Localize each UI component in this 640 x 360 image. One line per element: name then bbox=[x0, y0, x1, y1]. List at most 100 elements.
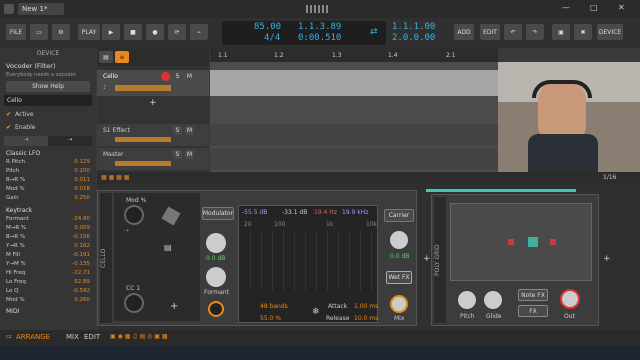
edit-button[interactable]: EDIT bbox=[480, 24, 500, 40]
play-menu-button[interactable]: PLAY bbox=[78, 24, 100, 40]
loop-start[interactable]: 1.1.1.00 bbox=[392, 22, 435, 32]
grid-module[interactable] bbox=[550, 239, 556, 245]
grid-canvas[interactable] bbox=[450, 203, 592, 281]
modulator-gain-knob[interactable] bbox=[206, 233, 226, 253]
position-beats[interactable]: 1.1.3.89 bbox=[298, 22, 341, 32]
arranger-timeline[interactable]: 1.1 1.2 1.3 1.4 2.1 bbox=[210, 48, 498, 172]
bottom-icons[interactable]: ▣ ◉ ▦ ♫ ▤ ◎ ▣ ▦ bbox=[110, 333, 168, 340]
show-help-button[interactable]: Show Help bbox=[6, 81, 90, 92]
volume-slider[interactable] bbox=[115, 85, 171, 91]
param-row[interactable]: Y→R % 0.162 bbox=[0, 243, 96, 252]
mute-button[interactable]: M bbox=[185, 126, 194, 135]
track-name-field[interactable]: Cello bbox=[4, 95, 92, 106]
note-fx-button[interactable]: Note FX bbox=[518, 289, 548, 301]
add-track-icon[interactable]: + bbox=[149, 98, 157, 108]
enable-toggle[interactable]: ✔ Enable bbox=[0, 121, 96, 134]
maximize-button[interactable]: □ bbox=[590, 3, 598, 12]
track-effect[interactable]: S1 Effect S M bbox=[97, 124, 209, 146]
play-icon[interactable]: ▶ bbox=[102, 24, 120, 40]
loop-length[interactable]: 2.0.0.00 bbox=[392, 33, 435, 43]
bands-value[interactable]: 48 bands bbox=[260, 303, 288, 310]
timeline-ruler[interactable]: 1.1 1.2 1.3 1.4 2.1 bbox=[210, 48, 498, 62]
master-lane[interactable] bbox=[210, 148, 498, 170]
file-button[interactable]: FILE bbox=[6, 24, 26, 40]
fx-button[interactable]: FX bbox=[518, 305, 548, 317]
close-button[interactable]: ✕ bbox=[618, 3, 625, 12]
cc-knob[interactable] bbox=[124, 293, 144, 313]
folder-icon[interactable]: ▭ bbox=[30, 24, 48, 40]
glide-knob[interactable] bbox=[484, 291, 502, 309]
param-row[interactable]: Gain 0.250 bbox=[0, 195, 96, 204]
mix-tab[interactable]: MIX bbox=[66, 333, 79, 341]
carrier-button[interactable]: Carrier bbox=[384, 209, 414, 222]
tempo-value[interactable]: 85.00 bbox=[254, 22, 281, 32]
param-row[interactable]: Mod % 0.018 bbox=[0, 186, 96, 195]
param-row[interactable]: M Fill -0.191 bbox=[0, 252, 96, 261]
arrange-tab[interactable]: ARRANGE bbox=[16, 333, 50, 341]
cello-lane[interactable] bbox=[210, 70, 498, 96]
paste-icon[interactable]: ▣ bbox=[552, 24, 570, 40]
track-cello[interactable]: Cello S M ♪ bbox=[97, 70, 209, 96]
param-row[interactable]: Formant -24.80 bbox=[0, 216, 96, 225]
time-signature[interactable]: 4/4 bbox=[264, 33, 280, 43]
tab-settings[interactable]: ⇢ bbox=[48, 136, 92, 146]
loop-record-icon[interactable]: ⟳ bbox=[168, 24, 186, 40]
grid-module[interactable] bbox=[508, 239, 514, 245]
attack-value[interactable]: 1.00 ms bbox=[354, 303, 378, 310]
percent-value[interactable]: 55.0 % bbox=[260, 315, 281, 322]
mute-button[interactable]: M bbox=[185, 72, 194, 81]
view-toggle-icon[interactable]: ▤ bbox=[99, 51, 113, 63]
param-row[interactable]: Lo Freq 52.89 bbox=[0, 279, 96, 288]
record-arm-icon[interactable] bbox=[161, 72, 170, 81]
modulator-button[interactable]: Modulator bbox=[202, 207, 234, 220]
stop-icon[interactable]: ■ bbox=[124, 24, 142, 40]
record-icon[interactable]: ● bbox=[146, 24, 164, 40]
edit-tab[interactable]: EDIT bbox=[84, 333, 100, 341]
zoom-value[interactable]: 1/16 bbox=[603, 174, 616, 181]
wet-fx-button[interactable]: Wet FX bbox=[386, 271, 412, 284]
param-row[interactable]: M→R % 0.009 bbox=[0, 225, 96, 234]
automation-icon[interactable]: ⌁ bbox=[190, 24, 208, 40]
loop-icon[interactable]: ⇄ bbox=[370, 27, 378, 37]
formant-mod-knob[interactable] bbox=[208, 301, 224, 317]
param-row[interactable]: Hi Freq -22.71 bbox=[0, 270, 96, 279]
add-button[interactable]: ADD bbox=[454, 24, 474, 40]
param-row[interactable]: Lo Q -0.592 bbox=[0, 288, 96, 297]
list-icon[interactable]: ≡ bbox=[115, 51, 129, 63]
grid-module[interactable] bbox=[528, 237, 538, 247]
solo-button[interactable]: S bbox=[173, 150, 182, 159]
out-knob[interactable] bbox=[560, 289, 580, 309]
tab-routing[interactable]: ⇢ bbox=[4, 136, 48, 146]
add-device-end-icon[interactable]: + bbox=[603, 254, 611, 264]
mix-knob[interactable] bbox=[390, 295, 408, 313]
solo-button[interactable]: S bbox=[173, 126, 182, 135]
redo-icon[interactable]: ↷ bbox=[526, 24, 544, 40]
track-master[interactable]: Master S M bbox=[97, 148, 209, 170]
position-time[interactable]: 0:00.510 bbox=[298, 33, 341, 43]
volume-slider[interactable] bbox=[115, 161, 171, 166]
minimize-button[interactable]: — bbox=[562, 3, 570, 12]
param-row[interactable]: Mod % 0.260 bbox=[0, 297, 96, 306]
effect-lane[interactable] bbox=[210, 124, 498, 146]
freeze-icon[interactable]: ❄ bbox=[312, 307, 320, 317]
add-device-icon[interactable]: + bbox=[423, 254, 431, 264]
param-row[interactable]: B→R % 0.011 bbox=[0, 177, 96, 186]
param-row[interactable]: Y→M % -0.135 bbox=[0, 261, 96, 270]
active-toggle[interactable]: ✔ Active bbox=[0, 108, 96, 121]
device-button[interactable]: DEVICE bbox=[597, 24, 623, 40]
solo-button[interactable]: S bbox=[173, 72, 182, 81]
volume-slider[interactable] bbox=[115, 137, 171, 142]
undo-icon[interactable]: ↶ bbox=[504, 24, 522, 40]
panel-toggle-icon[interactable]: ▭ bbox=[6, 333, 12, 340]
document-tab[interactable]: New 1* bbox=[18, 3, 64, 15]
grid-icon[interactable]: ▦ ▦ ▦ ▦ bbox=[101, 174, 129, 181]
mute-button[interactable]: M bbox=[185, 150, 194, 159]
pitch-knob[interactable] bbox=[458, 291, 476, 309]
add-modulator-icon[interactable]: + bbox=[170, 301, 178, 312]
param-row[interactable]: B→R % -0.156 bbox=[0, 234, 96, 243]
mod-routing-icon[interactable]: ⇢ bbox=[124, 227, 129, 234]
mod-knob[interactable] bbox=[124, 205, 144, 225]
delete-icon[interactable]: ✖ bbox=[574, 24, 592, 40]
keys-icon[interactable]: ▤ bbox=[164, 243, 172, 252]
param-row[interactable]: R Pitch 0.129 bbox=[0, 159, 96, 168]
